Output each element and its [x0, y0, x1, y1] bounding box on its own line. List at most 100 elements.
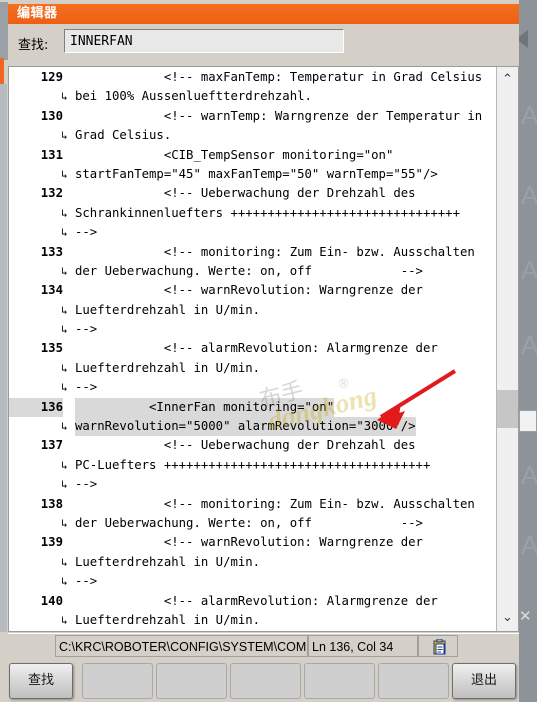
softkey-empty-4[interactable]	[304, 663, 375, 699]
scroll-up-arrow-icon[interactable]: ⌃	[497, 67, 518, 93]
code-line-text: -->	[75, 477, 98, 492]
code-line-text: der Ueberwachung. Werte: on, off -->	[75, 515, 423, 530]
editor-window: 编辑器 查找: 129 <!-- maxFanTemp: Temperatur …	[0, 0, 519, 702]
code-line[interactable]: 129 <!-- maxFanTemp: Temperatur in Grad …	[9, 68, 496, 87]
code-line[interactable]: ↳ Luefterdrehzahl in U/min.	[9, 611, 496, 630]
code-line[interactable]: 132 <!-- Ueberwachung der Drehzahl des	[9, 184, 496, 203]
search-panel: 查找:	[8, 24, 519, 66]
code-line-text: Schrankinnenluefters +++++++++++++++++++…	[75, 205, 460, 220]
line-wrap-marker-icon: ↳	[61, 575, 68, 589]
code-line-text: <!-- warnRevolution: Warngrenze der	[75, 283, 423, 298]
code-line-text: -->	[75, 225, 98, 240]
softkey-empty-3[interactable]	[230, 663, 301, 699]
code-line-number: 137	[40, 438, 63, 453]
status-cursor-position: Ln 136, Col 34	[308, 635, 418, 657]
code-line[interactable]: ↳ der Ueberwachung. Werte: on, off -->	[9, 262, 496, 281]
code-line-number: 132	[40, 186, 63, 201]
code-line-text: Luefterdrehzahl in U/min.	[75, 360, 261, 375]
desktop-watermark-letter: A	[521, 460, 537, 490]
code-line[interactable]: ↳ Grad Celsius.	[9, 126, 496, 145]
scroll-down-arrow-icon[interactable]: ⌄	[497, 605, 518, 631]
code-line-number: 133	[40, 244, 63, 259]
status-file-path: C:\KRC\ROBOTER\CONFIG\SYSTEM\COMMON\	[55, 635, 308, 657]
softkey-empty-1[interactable]	[82, 663, 153, 699]
code-line[interactable]: 134 <!-- warnRevolution: Warngrenze der	[9, 281, 496, 300]
code-line[interactable]: 135 <!-- alarmRevolution: Alarmgrenze de…	[9, 339, 496, 358]
code-line[interactable]: 140 <!-- alarmRevolution: Alarmgrenze de…	[9, 592, 496, 611]
code-line[interactable]: ↳ -->	[9, 223, 496, 242]
line-wrap-marker-icon: ↳	[61, 90, 68, 104]
code-line[interactable]: ↳ Luefterdrehzahl in U/min.	[9, 553, 496, 572]
code-line-text: -->	[75, 574, 98, 589]
code-line-text: <!-- Ueberwachung der Drehzahl des	[75, 186, 416, 201]
code-line-text: Luefterdrehzahl in U/min.	[75, 554, 261, 569]
code-line[interactable]: ↳ warnRevolution="5000" alarmRevolution="…	[9, 417, 496, 437]
search-label: 查找:	[18, 38, 49, 53]
code-line-text: <CIB_TempSensor monitoring="on"	[75, 147, 394, 162]
code-line[interactable]: ↳-->	[9, 475, 496, 494]
code-line-number: 135	[40, 341, 63, 356]
clipboard-icon[interactable]	[433, 639, 446, 655]
code-line[interactable]: ↳ bei 100% Aussenlueftterdrehzahl.	[9, 87, 496, 106]
code-line-text: -->	[75, 630, 97, 631]
code-line[interactable]: 139 <!-- warnRevolution: Warngrenze der	[9, 533, 496, 552]
line-wrap-marker-icon: ↳	[61, 630, 75, 631]
code-line-number: 138	[40, 496, 63, 511]
line-wrap-marker-icon: ↳	[61, 555, 68, 569]
softkey-empty-2[interactable]	[156, 663, 227, 699]
line-wrap-marker-icon: ↳	[61, 129, 68, 143]
code-line-text: startFanTemp="45" maxFanTemp="50" warnTe…	[75, 166, 438, 181]
window-left-edge-top	[0, 2, 8, 60]
code-line[interactable]: ↳-->	[9, 320, 496, 339]
line-wrap-marker-icon: ↳	[61, 167, 68, 181]
code-line[interactable]: 133 <!-- monitoring: Zum Ein- bzw. Aussc…	[9, 243, 496, 262]
code-line-text: <!-- warnTemp: Warngrenze der Temperatur…	[75, 108, 483, 123]
scrollbar-thumb[interactable]	[497, 390, 518, 428]
line-wrap-marker-icon: ↳	[61, 458, 68, 472]
line-wrap-marker-icon: ↳	[61, 420, 68, 434]
code-line-number: 130	[40, 108, 63, 123]
status-icon-cell[interactable]	[418, 635, 458, 657]
code-line-text: der Ueberwachung. Werte: on, off -->	[75, 263, 423, 278]
desktop-watermark-letter: A	[521, 180, 537, 210]
editor-vertical-scrollbar[interactable]: ⌃ ⌄	[496, 67, 518, 631]
line-wrap-marker-icon: ↳	[61, 613, 68, 627]
code-line[interactable]: 137 <!-- Ueberwachung der Drehzahl des	[9, 436, 496, 455]
code-line[interactable]: 130 <!-- warnTemp: Warngrenze der Temper…	[9, 107, 496, 126]
code-line[interactable]: 131 <CIB_TempSensor monitoring="on"	[9, 146, 496, 165]
softkey-find[interactable]: 查找	[9, 663, 73, 699]
code-editor[interactable]: 129 <!-- maxFanTemp: Temperatur in Grad …	[8, 66, 519, 632]
desktop-chip	[519, 410, 537, 432]
code-line-number: 129	[40, 70, 63, 84]
code-text-area[interactable]: 129 <!-- maxFanTemp: Temperatur in Grad …	[9, 68, 496, 631]
code-line[interactable]: ↳-->	[9, 378, 496, 397]
code-line-text: <!-- maxFanTemp: Temperatur in Grad Cels…	[75, 70, 483, 84]
code-line-text: bei 100% Aussenlueftterdrehzahl.	[75, 89, 312, 104]
code-line[interactable]: ↳ PC-Luefters +++++++++++++++++++++++++++…	[9, 456, 496, 475]
code-line[interactable]: 136 <InnerFan monitoring="on"	[9, 397, 496, 418]
code-line[interactable]: ↳ der Ueberwachung. Werte: on, off -->	[9, 514, 496, 533]
line-wrap-marker-icon: ↳	[61, 303, 68, 317]
softkey-empty-5[interactable]	[378, 663, 449, 699]
page-title: 编辑器	[17, 6, 58, 21]
code-line[interactable]: 138 <!-- monitoring: Zum Ein- bzw. Aussc…	[9, 495, 496, 514]
line-wrap-marker-icon: ↳	[61, 226, 68, 240]
code-line[interactable]: ↳ Schrankinnenluefters ++++++++++++++++++…	[9, 204, 496, 223]
code-line[interactable]: ↳-->	[9, 630, 496, 631]
code-line-text: -->	[75, 322, 98, 337]
code-line[interactable]: ↳ Luefterdrehzahl in U/min.	[9, 301, 496, 320]
window-left-accent-strip	[0, 58, 4, 84]
code-line-number: 140	[40, 593, 63, 608]
search-input[interactable]	[64, 29, 344, 53]
code-line-text: <InnerFan monitoring="on"	[75, 397, 335, 418]
code-line[interactable]: ↳ Luefterdrehzahl in U/min.	[9, 359, 496, 378]
line-wrap-marker-icon: ↳	[61, 361, 68, 375]
line-wrap-marker-icon: ↳	[61, 264, 68, 278]
window-title-bar: 编辑器	[8, 4, 519, 24]
desktop-mark-icon: ✕	[519, 608, 532, 625]
desktop-watermark-letter: A	[521, 330, 537, 360]
code-line[interactable]: ↳ -->	[9, 572, 496, 591]
code-line[interactable]: ↳ startFanTemp="45" maxFanTemp="50" warnT…	[9, 165, 496, 184]
softkey-exit[interactable]: 退出	[452, 663, 516, 699]
code-line-number: 139	[40, 535, 63, 550]
